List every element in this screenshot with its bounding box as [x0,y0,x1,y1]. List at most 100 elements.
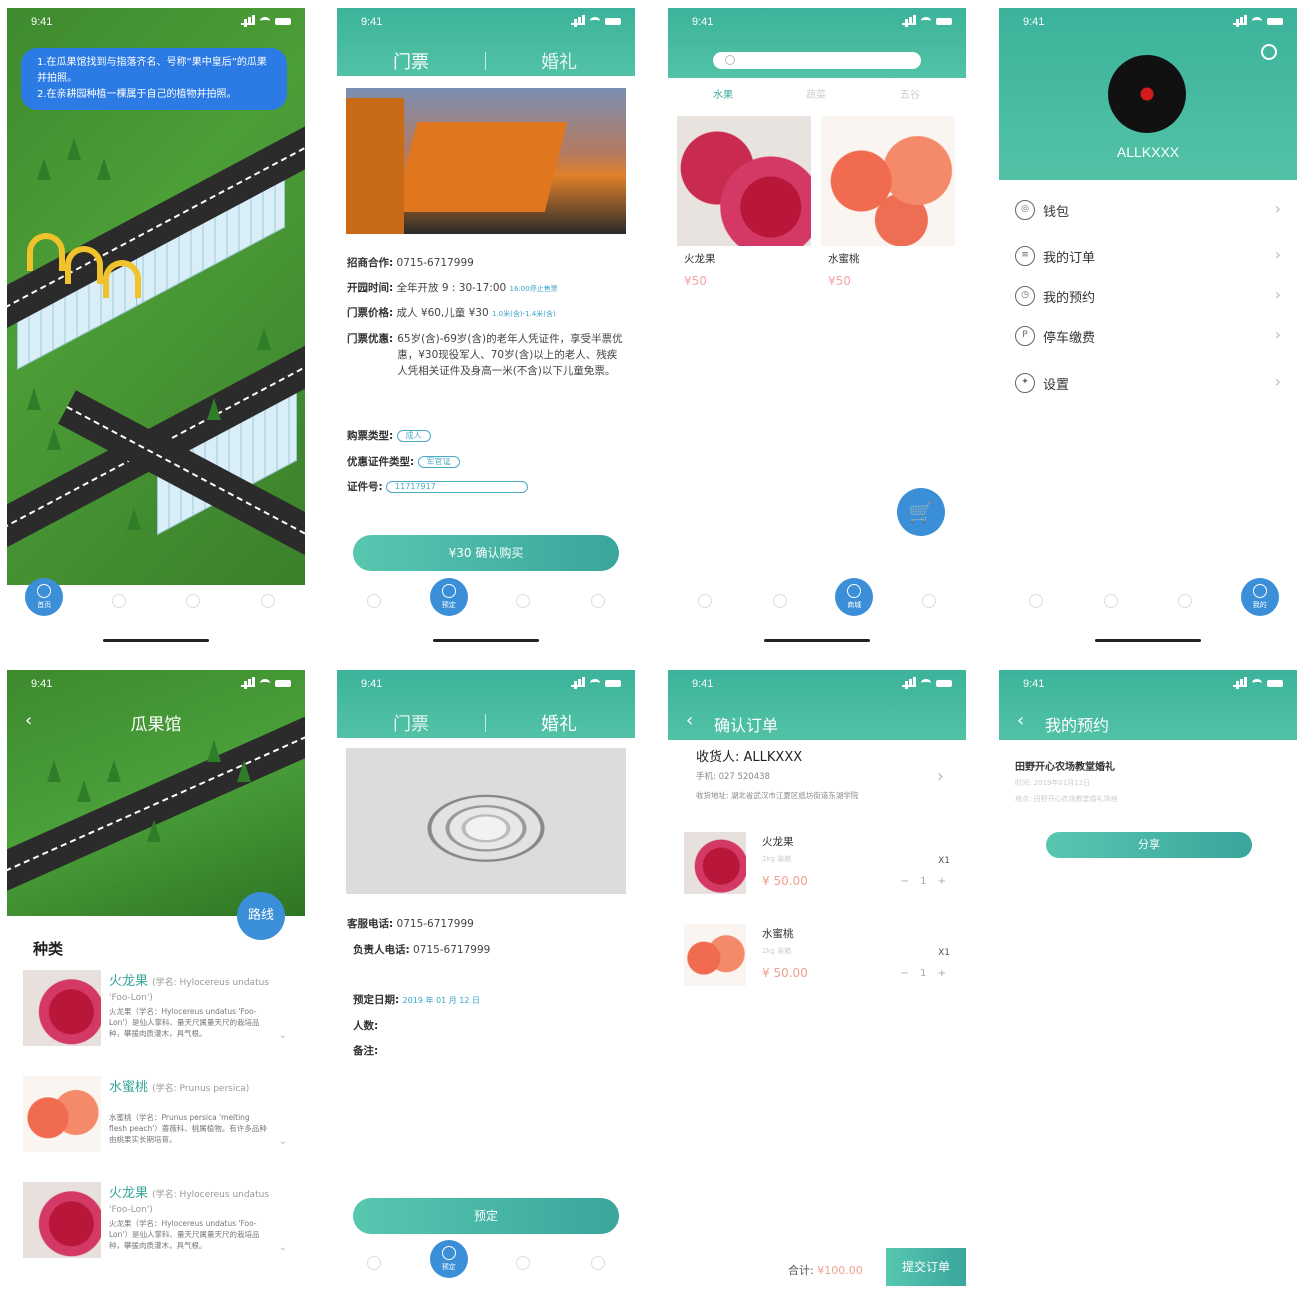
tab-wedding[interactable]: 婚礼 [541,710,577,736]
flower-icon: 预定 [429,578,468,616]
submit-order-button[interactable]: 提交订单 [886,1248,966,1286]
tab-buy[interactable] [503,588,543,628]
signal-icon [241,677,255,687]
wifi-icon [260,679,270,687]
info-open: 开园时间: 全年开放 9 : 30-17:00 16:00停止售票 [347,280,558,297]
tab-buy[interactable] [1165,588,1205,628]
tab-home[interactable] [354,588,394,628]
screen-home: 9:41 1.在瓜果馆找到与指落齐名、号称“果中皇后”的瓜果并拍照。 2.在亲耕… [7,8,305,642]
tab-book[interactable]: 预定 [429,1240,469,1290]
product-image-dragonfruit[interactable] [677,116,811,246]
chevron-down-icon[interactable]: ⌄ [279,1136,287,1147]
battery-icon [275,17,291,25]
dragonfruit-thumb [23,1182,101,1258]
battery-icon [936,679,952,687]
note: 1.0米(含)-1.4米(含) [492,310,556,318]
item-qty: X1 [938,948,950,958]
task-tip: 1.在瓜果馆找到与指落齐名、号称“果中皇后”的瓜果并拍照。 2.在亲耕园种植一棵… [21,48,287,110]
tree [237,760,251,782]
avatar[interactable] [1108,55,1186,133]
shop-icon [516,594,531,608]
species-item[interactable]: 火龙果 (学名: Hylocereus undatus 'Foo-Lon') 火… [23,970,293,1066]
tab-wedding[interactable]: 婚礼 [541,48,577,74]
tab-mine[interactable] [909,588,949,628]
share-button[interactable]: 分享 [1046,832,1252,858]
product-name: 水蜜桃 [828,253,860,265]
form-cert: 优惠证件类型: 军官证⌄ [347,454,460,471]
back-icon[interactable]: ‹ [1017,710,1024,731]
item-qty: X1 [938,856,950,866]
species-item[interactable]: 水蜜桃 (学名: Prunus persica) 水蜜桃（学名：Prunus p… [23,1076,293,1172]
tip-line: 2.在亲耕园种植一棵属于自己的植物并拍照。 [37,89,237,100]
species-item[interactable]: 火龙果 (学名: Hylocereus undatus 'Foo-Lon') 火… [23,1182,293,1278]
date-picker[interactable]: 2019 年 01 月 12 日 [403,996,480,1005]
product-image-peach[interactable] [821,116,955,246]
signal-icon [902,15,916,25]
tab-home[interactable]: 首页 [24,578,64,628]
tab-buy[interactable] [173,588,213,628]
chevron-right-icon: › [1274,325,1281,344]
tab-home[interactable] [354,1250,394,1290]
tab-ticket[interactable]: 门票 [393,48,429,74]
tab-buy[interactable] [503,1250,543,1290]
product-price: ¥50 [684,274,707,288]
chevron-down-icon[interactable]: ⌄ [279,1030,287,1041]
wifi-icon [590,17,600,25]
status-bar: 9:41 [337,670,635,694]
category-fruit[interactable]: 水果 [713,86,733,101]
tab-mine[interactable] [578,1250,618,1290]
cert-type-dropdown[interactable]: 军官证 [417,456,460,468]
signal-icon [571,677,585,687]
arch [103,260,141,298]
tab-buy[interactable]: 商城 [834,578,874,628]
wifi-icon [260,17,270,25]
signal-icon [1233,677,1247,687]
category-vegetable[interactable]: 蔬菜 [806,86,826,101]
notification-icon[interactable] [1261,44,1277,60]
tab-book[interactable] [1091,588,1131,628]
people-input[interactable] [382,1017,482,1029]
tab-mine[interactable] [248,588,288,628]
chevron-down-icon[interactable]: ⌄ [279,1242,287,1253]
tab-ticket[interactable]: 门票 [393,710,429,736]
label: 负责人电话: [353,944,410,956]
tab-home[interactable] [685,588,725,628]
tab-book[interactable]: 预定 [429,578,469,628]
section-title: 种类 [33,940,64,958]
user-icon: 我的 [1240,578,1279,616]
note-input[interactable] [382,1042,582,1054]
search-input[interactable] [713,52,921,69]
product-name: 火龙果 [684,253,716,265]
book-button[interactable]: 预定 [353,1198,619,1234]
menu-orders[interactable]: ≡ 我的订单 › [1013,236,1285,276]
hall-map[interactable] [7,670,305,916]
quantity-stepper[interactable]: − 1 + [901,968,950,979]
menu-wallet[interactable]: ◎ 钱包 › [1013,190,1285,230]
menu-settings[interactable]: ✦ 设置 › [1013,363,1285,403]
screen-mine: 9:41 ALLKXXX ◎ 钱包 › ≡ 我的订单 › ◷ 我的预约 › P 停车缴费 › ✦… [999,8,1297,642]
ticket-type-select[interactable]: 成人 [396,430,431,442]
battery-icon [275,679,291,687]
tab-book[interactable] [99,588,139,628]
chevron-right-icon[interactable]: › [937,766,944,787]
tab-mine[interactable] [578,588,618,628]
tree [47,760,61,782]
menu-parking[interactable]: P 停车缴费 › [1013,316,1285,356]
category-grain[interactable]: 五谷 [900,86,920,101]
cart-button[interactable]: 🛒 [897,488,945,536]
label: 开园时间: [347,282,394,294]
id-number-input[interactable]: 11717917 [386,481,529,493]
status-time: 9:41 [361,678,383,690]
tab-mine[interactable]: 我的 [1240,578,1280,628]
tab-book[interactable] [760,588,800,628]
menu-reservations[interactable]: ◷ 我的预约 › [1013,276,1285,316]
tab-bar: 首页 [7,578,305,628]
confirm-buy-button[interactable]: ¥30 确认购买 [353,535,619,571]
tree [67,138,81,160]
back-icon[interactable]: ‹ [686,710,693,731]
quantity-stepper[interactable]: − 1 + [901,876,950,887]
tab-home[interactable] [1016,588,1056,628]
route-button[interactable]: 路线 [237,892,285,940]
page-title: 瓜果馆 [130,715,182,735]
species-desc: 火龙果（学名：Hylocereus undatus 'Foo-Lon'）是仙人掌… [109,1219,260,1250]
